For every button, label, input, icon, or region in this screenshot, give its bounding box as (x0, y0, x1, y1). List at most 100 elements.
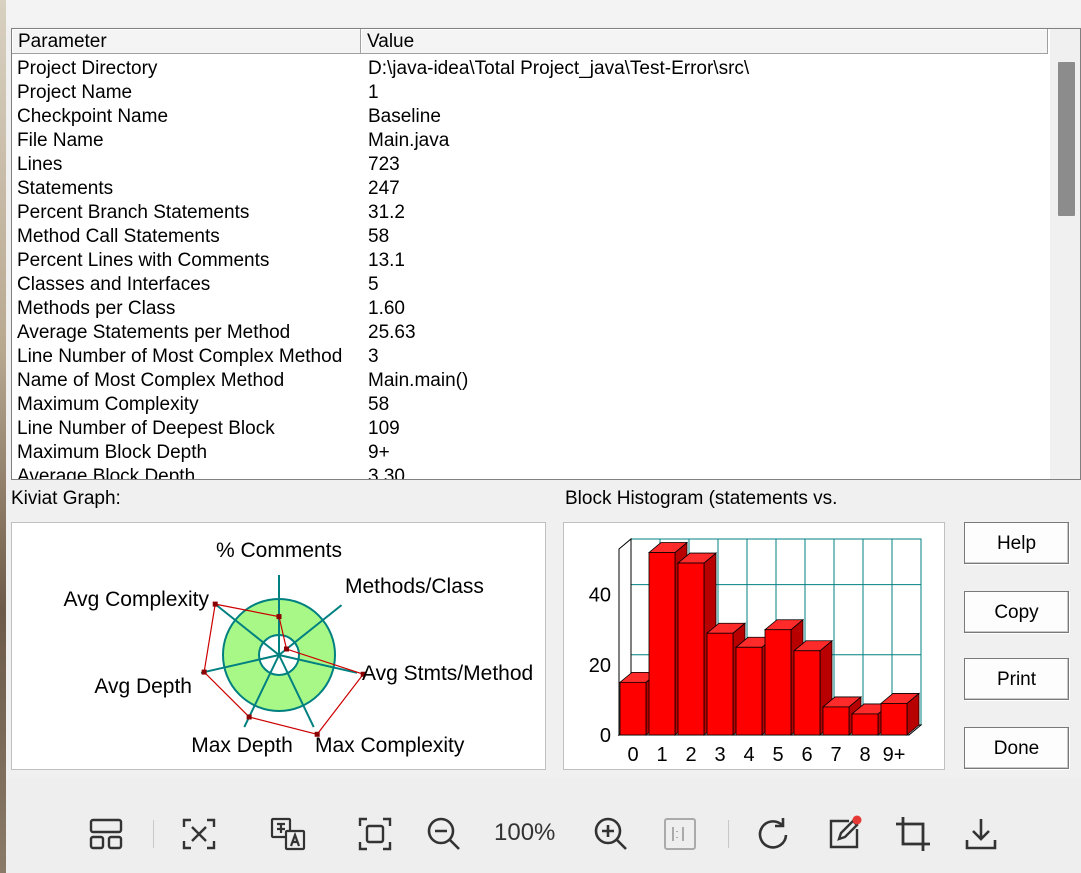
histogram-bar (822, 706, 850, 736)
crop-icon[interactable] (893, 814, 933, 854)
text-select-icon[interactable] (179, 814, 219, 854)
table-row[interactable]: Line Number of Deepest Block 109 (12, 417, 1048, 441)
table-row[interactable]: Percent Branch Statements 31.2 (12, 201, 1048, 225)
download-icon[interactable] (961, 814, 1001, 854)
histogram-y-tick-label: 0 (600, 725, 611, 747)
kiviat-axis-label: Max Depth (191, 734, 293, 757)
zoom-level: 100% (494, 819, 556, 846)
table-row[interactable]: Statements 247 (12, 177, 1048, 201)
toolbar-separator (153, 820, 154, 848)
value-cell: Main.main() (368, 370, 469, 391)
table-row[interactable]: Name of Most Complex Method Main.main() (12, 369, 1048, 393)
done-button[interactable]: Done (964, 727, 1069, 769)
value-cell: 723 (368, 154, 400, 175)
kiviat-vertex (284, 646, 290, 652)
metrics-table: Parameter Value Project Directory D:\java… (11, 28, 1081, 480)
table-row[interactable]: Average Block Depth 3.30 (12, 465, 1048, 480)
histogram-bar (706, 632, 734, 736)
help-button[interactable]: Help (964, 522, 1069, 564)
value-cell: 5 (368, 274, 379, 295)
kiviat-axis-label: Avg Complexity (63, 588, 209, 611)
kiviat-axis-label: Avg Depth (94, 675, 192, 698)
parameter-cell: Checkpoint Name (17, 106, 169, 127)
table-row[interactable]: Classes and Interfaces 5 (12, 273, 1048, 297)
histogram-x-tick-label: 7 (830, 744, 841, 766)
parameter-cell: Line Number of Deepest Block (17, 418, 275, 439)
table-body: Project Directory D:\java-idea\Total Proj… (12, 57, 1048, 480)
histogram-x-tick-label: 6 (801, 744, 812, 766)
table-row[interactable]: Percent Lines with Comments 13.1 (12, 249, 1048, 273)
layout-icon[interactable] (86, 814, 126, 854)
histogram-x-tick-label: 2 (685, 744, 696, 766)
scrollbar-thumb[interactable] (1058, 62, 1075, 216)
image-viewer-toolbar: 100% (6, 778, 1081, 873)
rotate-icon[interactable] (754, 814, 794, 854)
edit-icon[interactable] (824, 814, 864, 854)
fit-screen-icon[interactable] (355, 814, 395, 854)
kiviat-axis-label: Avg Stmts/Method (362, 662, 533, 685)
column-header-parameter[interactable]: Parameter (12, 29, 361, 54)
kiviat-axis-label: Methods/Class (345, 575, 484, 598)
histogram-bar (619, 681, 647, 736)
value-cell: 58 (368, 226, 390, 247)
value-cell: 58 (368, 394, 390, 415)
table-row[interactable]: Maximum Block Depth 9+ (12, 441, 1048, 465)
table-row[interactable]: Maximum Complexity 58 (12, 393, 1048, 417)
block-histogram: 0 20 40 0 1 2 3 4 5 6 7 8 9+ (563, 522, 945, 770)
value-cell: Main.java (368, 130, 450, 151)
histogram-y-tick-label: 20 (589, 655, 611, 677)
histogram-x-tick-label: 3 (714, 744, 725, 766)
table-row[interactable]: Average Statements per Method 25.63 (12, 321, 1048, 345)
table-row[interactable]: File Name Main.java (12, 129, 1048, 153)
value-cell: 9+ (368, 442, 390, 463)
histogram-bar (764, 629, 792, 736)
histogram-bar (648, 552, 676, 736)
parameter-cell: Line Number of Most Complex Method (17, 346, 343, 367)
kiviat-axis-label: Max Complexity (315, 734, 465, 757)
parameter-cell: Maximum Complexity (17, 394, 199, 415)
parameter-cell: Project Directory (17, 58, 158, 79)
print-button[interactable]: Print (964, 658, 1069, 700)
kiviat-graph-title: Kiviat Graph: (11, 488, 121, 509)
copy-button[interactable]: Copy (964, 591, 1069, 633)
histogram-x-tick-label: 0 (627, 744, 638, 766)
value-cell: Baseline (368, 106, 441, 127)
kiviat-vertex (212, 601, 218, 607)
parameter-cell: Name of Most Complex Method (17, 370, 285, 391)
parameter-cell: Lines (17, 154, 63, 175)
table-row[interactable]: Checkpoint Name Baseline (12, 105, 1048, 129)
zoom-out-icon[interactable] (424, 814, 464, 854)
value-cell: 13.1 (368, 250, 405, 271)
table-row[interactable]: Method Call Statements 58 (12, 225, 1048, 249)
parameter-cell: Methods per Class (17, 298, 176, 319)
histogram-x-tick-label: 5 (772, 744, 783, 766)
table-row[interactable]: Lines 723 (12, 153, 1048, 177)
actual-size-icon[interactable] (660, 814, 700, 854)
zoom-in-icon[interactable] (591, 814, 631, 854)
parameter-cell: Maximum Block Depth (17, 442, 208, 463)
kiviat-vertex (201, 669, 207, 675)
histogram-bar (851, 713, 879, 736)
translate-icon[interactable] (268, 814, 308, 854)
table-row[interactable]: Line Number of Most Complex Method 3 (12, 345, 1048, 369)
column-header-value[interactable]: Value (361, 29, 1048, 54)
kiviat-vertex (246, 714, 252, 720)
table-row[interactable]: Project Directory D:\java-idea\Total Proj… (12, 57, 1048, 81)
value-cell: 247 (368, 178, 400, 199)
histogram-x-tick-label: 4 (743, 744, 754, 766)
table-row[interactable]: Methods per Class 1.60 (12, 297, 1048, 321)
table-vertical-scrollbar[interactable] (1050, 29, 1080, 479)
kiviat-graph: % Comments Methods/Class Avg Stmts/Method M… (11, 522, 546, 770)
parameter-cell: File Name (17, 130, 104, 151)
parameter-cell: Average Block Depth (17, 466, 196, 480)
value-cell: 31.2 (368, 202, 405, 223)
value-cell: 1 (368, 82, 379, 103)
value-cell: 3.30 (368, 466, 405, 480)
parameter-cell: Percent Lines with Comments (17, 250, 270, 271)
window-top-band (6, 0, 1081, 26)
table-row[interactable]: Project Name 1 (12, 81, 1048, 105)
parameter-cell: Average Statements per Method (17, 322, 291, 343)
block-histogram-chart: 020400 1 2 3 4 5 6 7 8 9+ (589, 537, 923, 766)
histogram-bar (880, 703, 908, 736)
value-cell: D:\java-idea\Total Project_java\Test-Err… (368, 58, 750, 79)
